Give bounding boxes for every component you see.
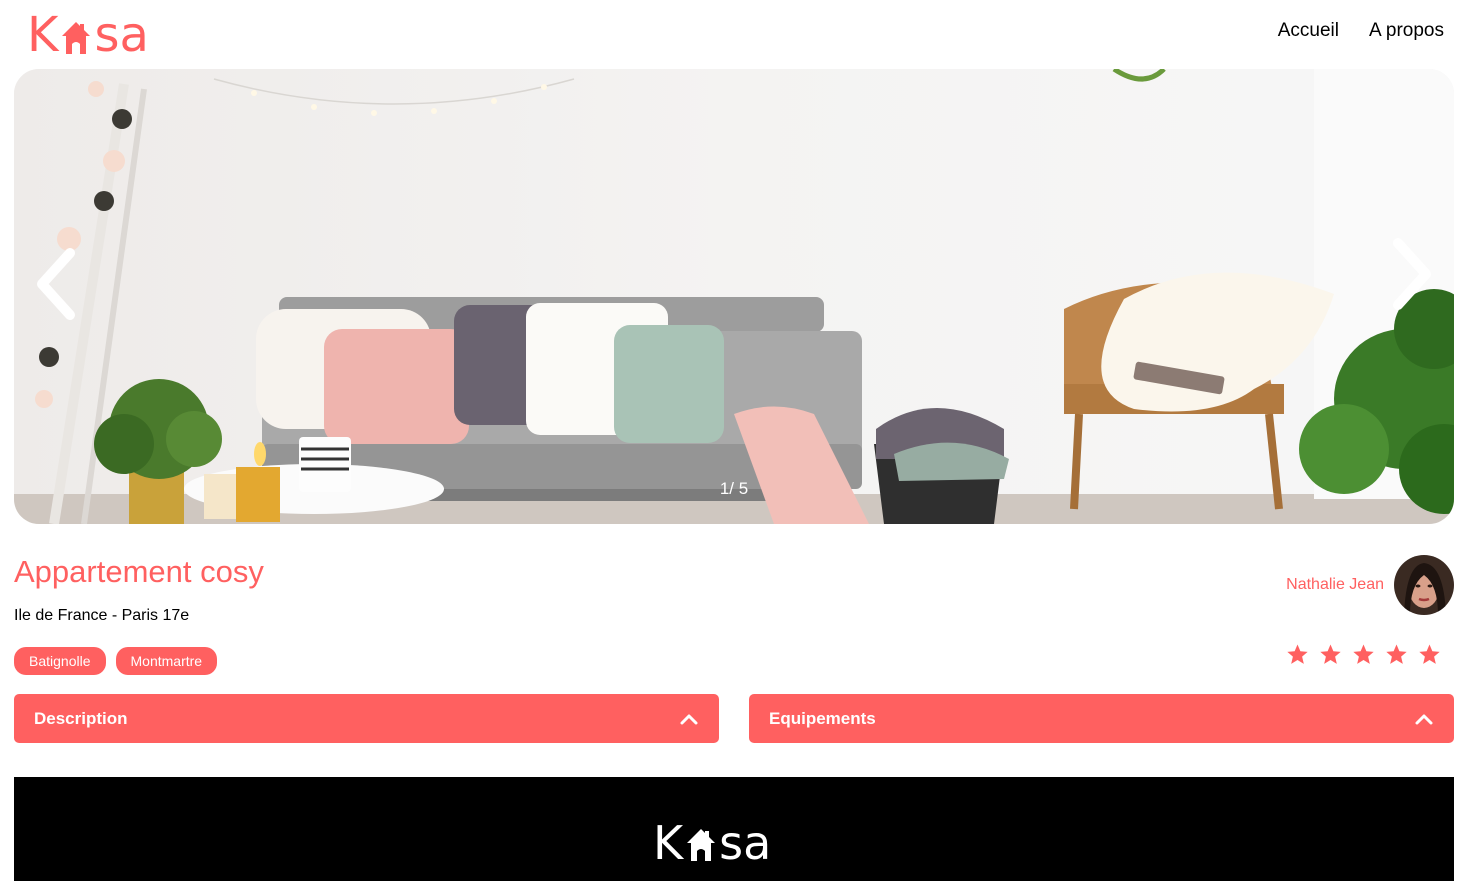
avatar: [1394, 555, 1454, 615]
chevron-up-icon[interactable]: [1414, 712, 1434, 726]
rating-stars: [1286, 643, 1441, 666]
carousel-counter: 1/ 5: [719, 479, 749, 498]
equipments-collapse-title: Equipements: [769, 708, 876, 728]
star-icon: [1287, 644, 1308, 664]
apartment-photo: [14, 69, 1454, 524]
star-icon: [1353, 644, 1374, 664]
logo-letters-sa: sa: [94, 7, 149, 63]
kasa-logo[interactable]: K sa: [27, 4, 149, 60]
house-icon: [62, 22, 91, 54]
star-icon: [1320, 644, 1341, 664]
nav-link-about[interactable]: A propos: [1369, 20, 1444, 42]
description-collapse-title: Description: [34, 708, 128, 728]
main-nav: Accueil A propos: [1278, 20, 1444, 42]
description-collapse[interactable]: Description: [14, 694, 719, 743]
tag-montmartre: Montmartre: [115, 647, 218, 675]
star-icon: [1386, 644, 1407, 664]
listing-location: Ile de France - Paris 17e: [14, 607, 190, 624]
header: K sa Accueil A propos: [0, 0, 1467, 68]
chevron-left-icon[interactable]: [26, 239, 86, 329]
star-icon: [1419, 644, 1440, 664]
listing-title: Appartement cosy: [14, 554, 264, 589]
footer: K sa: [14, 777, 1454, 881]
chevron-up-icon[interactable]: [679, 712, 699, 726]
logo-letter-k: K: [27, 7, 59, 63]
chevron-right-icon[interactable]: [1382, 229, 1442, 319]
equipments-collapse[interactable]: Equipements: [749, 694, 1454, 743]
host-info: Nathalie Jean: [1286, 555, 1454, 615]
footer-logo-letter-k: K: [653, 816, 684, 870]
footer-logo-letters-sa: sa: [719, 816, 772, 870]
host-name: Nathalie Jean: [1286, 576, 1384, 593]
house-icon: [687, 829, 716, 861]
footer-logo: K sa: [653, 815, 771, 867]
nav-link-home[interactable]: Accueil: [1278, 20, 1339, 42]
tag-batignolle: Batignolle: [14, 647, 106, 675]
image-carousel: 1/ 5: [14, 69, 1454, 524]
tag-list: Batignolle Montmartre: [14, 647, 218, 675]
